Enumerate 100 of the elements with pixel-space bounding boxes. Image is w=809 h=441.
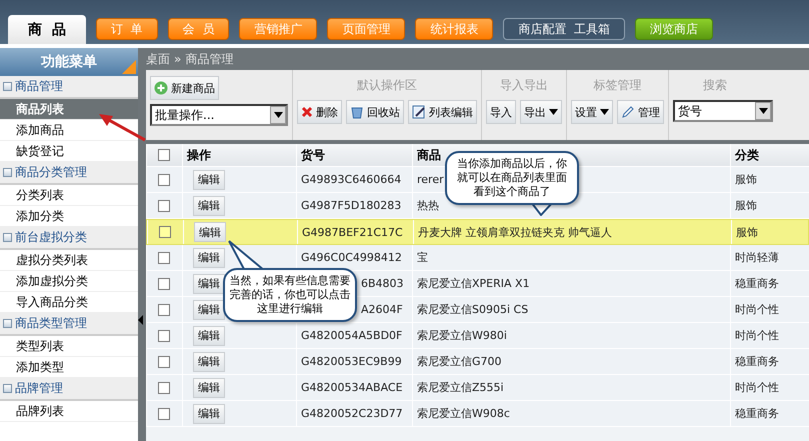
caret-icon: [274, 112, 282, 118]
menu-group[interactable]: 商品类型管理: [0, 313, 138, 336]
list-edit-icon: [412, 105, 426, 119]
row-checkbox[interactable]: [158, 330, 170, 342]
edit-button[interactable]: 编辑: [193, 274, 225, 294]
collapse-icon: [3, 233, 12, 242]
row-checkbox[interactable]: [158, 356, 170, 368]
row-checkbox[interactable]: [158, 200, 170, 212]
edit-button[interactable]: 编辑: [193, 248, 225, 268]
section-title: 搜索: [703, 76, 727, 94]
table-cell: G49893C6460664: [296, 167, 412, 192]
row-checkbox[interactable]: [159, 226, 171, 238]
edit-button[interactable]: 编辑: [193, 404, 225, 424]
menu-group[interactable]: 品牌管理: [0, 378, 138, 401]
pointer-arrow: [97, 112, 147, 142]
edit-button[interactable]: 编辑: [193, 300, 225, 320]
table-cell: G4987F5D180283: [296, 193, 412, 218]
row-checkbox[interactable]: [158, 174, 170, 186]
table-cell: 丹麦大牌 立领肩章双拉链夹克 帅气逼人: [413, 220, 731, 244]
batch-select[interactable]: 批量操作...: [150, 104, 288, 126]
column-header: 操作: [182, 144, 296, 166]
edit-button[interactable]: 编辑: [193, 326, 225, 346]
menu-group-label: 前台虚拟分类: [15, 229, 87, 246]
row-checkbox[interactable]: [158, 278, 170, 290]
pencil-icon: [621, 105, 635, 119]
plus-icon: [154, 81, 168, 95]
table-cell: 宝: [412, 245, 730, 270]
menu-group[interactable]: 商品管理: [0, 76, 138, 99]
menu-item[interactable]: 商品列表: [0, 99, 138, 120]
toolbar-button[interactable]: 导入: [486, 100, 516, 124]
column-header: 货号: [296, 144, 412, 166]
table-row[interactable]: 编辑 G4987BEF21C17C 丹麦大牌 立领肩章双拉链夹克 帅气逼人 服饰: [146, 219, 809, 245]
row-checkbox[interactable]: [158, 382, 170, 394]
collapse-icon: [3, 319, 12, 328]
table-cell: 索尼爱立信Z555i: [412, 375, 730, 400]
table-cell: 时尚个性: [730, 375, 809, 400]
table-row[interactable]: 编辑 G4820053EC9B99 索尼爱立信G700 稳重商务: [146, 349, 809, 375]
section-title: 导入导出: [500, 76, 548, 94]
toolbar-button[interactable]: 导出: [520, 100, 562, 124]
collapse-arrow-icon[interactable]: [138, 314, 143, 324]
table-row[interactable]: 编辑 G496C0C4998412 宝 时尚轻薄: [146, 245, 809, 271]
table-cell: 时尚轻薄: [730, 245, 809, 270]
edit-button[interactable]: 编辑: [193, 352, 225, 372]
breadcrumb-link[interactable]: 桌面: [146, 50, 170, 68]
menu-group-label: 商品类型管理: [15, 315, 87, 332]
table-cell: 索尼爱立信W908c: [412, 401, 730, 426]
delete-icon: [301, 106, 313, 118]
caret-icon: [600, 109, 609, 115]
search-field-select[interactable]: 货号: [673, 100, 773, 122]
table-row[interactable]: 编辑 G48200534ABACE 索尼爱立信Z555i 时尚个性: [146, 375, 809, 401]
collapse-icon: [3, 82, 12, 91]
menu-group[interactable]: 前台虚拟分类: [0, 227, 138, 250]
table-row[interactable]: 编辑 G4820052C23D77 索尼爱立信W908c 稳重商务: [146, 401, 809, 427]
section-title: 标签管理: [594, 76, 642, 94]
table-cell: G4820053EC9B99: [296, 349, 412, 374]
toolbar-button[interactable]: 列表编辑: [408, 100, 477, 124]
column-header: 分类: [730, 144, 809, 166]
table-cell: 索尼爱立信G700: [412, 349, 730, 374]
toolbar-button[interactable]: 设置: [571, 100, 613, 124]
menu-group-label: 商品管理: [15, 78, 63, 95]
table-cell: 索尼爱立信XPERIA X1: [412, 271, 730, 296]
row-checkbox[interactable]: [158, 252, 170, 264]
edit-button[interactable]: 编辑: [193, 378, 225, 398]
table-cell: G4820054A5BD0F: [296, 323, 412, 348]
corner-icon: [122, 60, 136, 74]
edit-button[interactable]: 编辑: [193, 170, 225, 190]
row-checkbox[interactable]: [158, 304, 170, 316]
toolbar-button[interactable]: 删除: [297, 100, 342, 124]
table-cell: 索尼爱立信W980i: [412, 323, 730, 348]
toolbar-button[interactable]: 管理: [617, 100, 664, 124]
edit-button[interactable]: 编辑: [194, 222, 226, 242]
caret-icon: [549, 109, 558, 115]
section-title: 默认操作区: [357, 76, 417, 94]
nav-tab[interactable]: 商店配置 工具箱: [503, 18, 625, 40]
table-cell: 稳重商务: [730, 271, 809, 296]
table-cell: 服饰: [730, 193, 809, 218]
nav-tab[interactable]: 商 品: [8, 15, 86, 44]
sidebar-title-text: 功能菜单: [41, 53, 97, 71]
table-cell: 稳重商务: [730, 349, 809, 374]
table-cell: 时尚个性: [730, 323, 809, 348]
menu-group-label: 品牌管理: [15, 380, 63, 397]
table-cell: G48200534ABACE: [296, 375, 412, 400]
menu-group[interactable]: 商品分类管理: [0, 162, 138, 185]
new-product-button[interactable]: 新建商品: [150, 76, 219, 100]
table-cell: 服饰: [730, 167, 809, 192]
collapse-icon: [3, 384, 12, 393]
collapse-icon: [3, 168, 12, 177]
table-row[interactable]: 编辑 G4820054A5BD0F 索尼爱立信W980i 时尚个性: [146, 323, 809, 349]
table-cell: 时尚个性: [730, 297, 809, 322]
table-cell: 稳重商务: [730, 401, 809, 426]
row-checkbox[interactable]: [158, 408, 170, 420]
table-cell: 服饰: [731, 220, 808, 244]
menu-group-label: 商品分类管理: [15, 164, 87, 181]
edit-button[interactable]: 编辑: [193, 196, 225, 216]
toolbar-button[interactable]: 回收站: [346, 100, 404, 124]
select-all-checkbox[interactable]: [158, 149, 170, 161]
caret-icon: [758, 108, 768, 114]
table-cell: 索尼爱立信S0905i CS: [412, 297, 730, 322]
table-cell: G4820052C23D77: [296, 401, 412, 426]
recycle-bin-icon: [350, 105, 364, 119]
